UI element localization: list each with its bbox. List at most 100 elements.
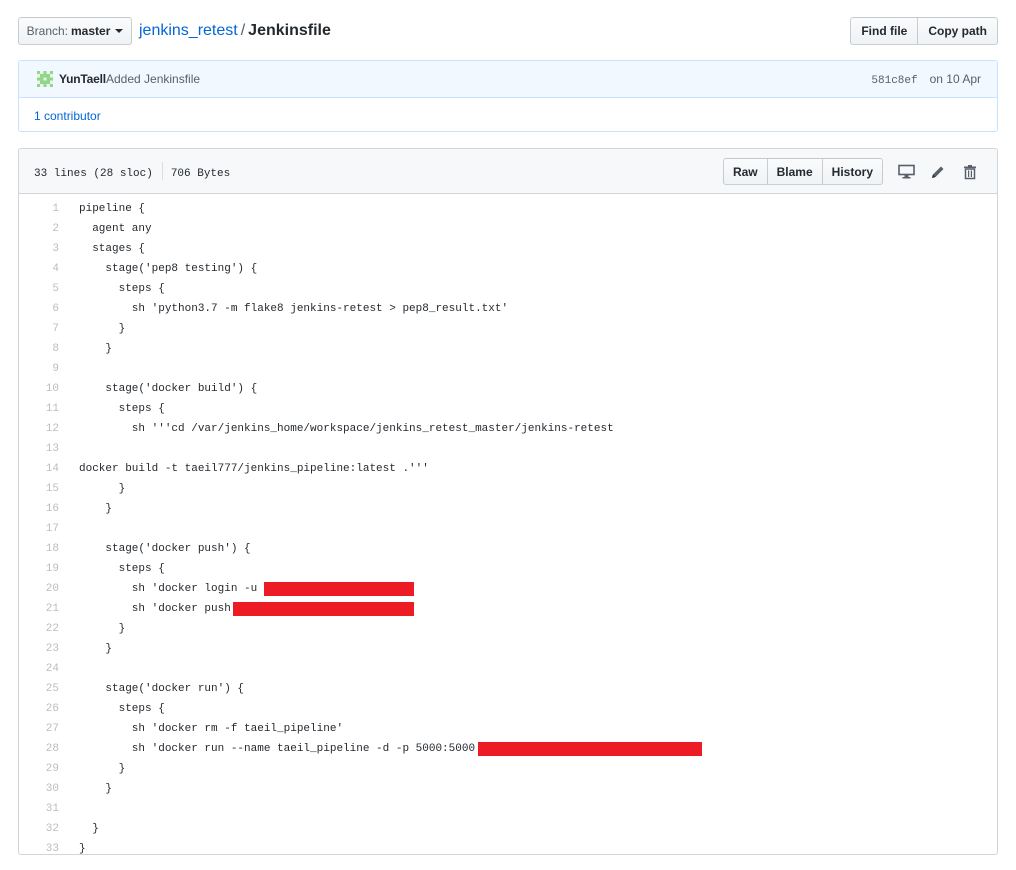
file-view-buttons: Raw Blame History <box>722 158 883 185</box>
line-number[interactable]: 32 <box>19 819 59 839</box>
line-number[interactable]: 30 <box>19 779 59 799</box>
line-content <box>59 659 79 679</box>
line-number[interactable]: 29 <box>19 759 59 779</box>
commit-sha-link[interactable]: 581c8ef <box>871 75 917 87</box>
line-content <box>59 439 79 459</box>
line-number[interactable]: 13 <box>19 439 59 459</box>
file-header: 33 lines (28 sloc) 706 Bytes Raw Blame Hi… <box>19 149 997 194</box>
line-number[interactable]: 28 <box>19 739 59 759</box>
line-number[interactable]: 16 <box>19 499 59 519</box>
code-line: 27 sh 'docker rm -f taeil_pipeline' <box>19 719 997 739</box>
caret-down-icon <box>115 29 124 33</box>
line-number[interactable]: 23 <box>19 639 59 659</box>
code-line: 13 <box>19 439 997 459</box>
breadcrumb-repo-link[interactable]: jenkins_retest <box>139 22 238 39</box>
code-line: 19 steps { <box>19 559 997 579</box>
code-line: 12 sh '''cd /var/jenkins_home/workspace/… <box>19 419 997 439</box>
code-line: 23 } <box>19 639 997 659</box>
history-button[interactable]: History <box>821 158 883 185</box>
line-number[interactable]: 20 <box>19 579 59 599</box>
code-line: 20 sh 'docker login -u <box>19 579 997 599</box>
line-number[interactable]: 3 <box>19 239 59 259</box>
line-content: sh 'docker run --name taeil_pipeline -d … <box>79 743 476 755</box>
line-content: steps { <box>79 703 165 715</box>
code-line: 7 } <box>19 319 997 339</box>
pencil-icon[interactable] <box>929 163 947 181</box>
commit-author-link[interactable]: YunTaell <box>59 72 106 86</box>
line-content: stage('docker push') { <box>79 543 251 555</box>
line-content: } <box>79 763 126 775</box>
line-number[interactable]: 15 <box>19 479 59 499</box>
code-line: 5 steps { <box>19 279 997 299</box>
line-content: stages { <box>79 243 146 255</box>
line-content: steps { <box>79 403 165 415</box>
line-number[interactable]: 33 <box>19 839 59 854</box>
code-line: 8 } <box>19 339 997 359</box>
line-number[interactable]: 25 <box>19 679 59 699</box>
code-line: 25 stage('docker run') { <box>19 679 997 699</box>
file-size: 706 Bytes <box>170 167 231 180</box>
line-number[interactable]: 2 <box>19 219 59 239</box>
line-number[interactable]: 18 <box>19 539 59 559</box>
line-number[interactable]: 9 <box>19 359 59 379</box>
line-content <box>59 359 79 379</box>
breadcrumb-file: Jenkinsfile <box>248 22 331 39</box>
contributors-link[interactable]: 1 contributor <box>34 109 101 123</box>
line-content: sh 'python3.7 -m flake8 jenkins-retest >… <box>79 303 509 315</box>
line-number[interactable]: 22 <box>19 619 59 639</box>
line-number[interactable]: 19 <box>19 559 59 579</box>
author-avatar[interactable] <box>37 71 53 87</box>
blame-button[interactable]: Blame <box>766 158 823 185</box>
line-number[interactable]: 17 <box>19 519 59 539</box>
line-number[interactable]: 11 <box>19 399 59 419</box>
raw-button[interactable]: Raw <box>722 158 768 185</box>
line-number[interactable]: 24 <box>19 659 59 679</box>
line-number[interactable]: 26 <box>19 699 59 719</box>
line-number[interactable]: 14 <box>19 459 59 479</box>
code-line: 3 stages { <box>19 239 997 259</box>
line-number[interactable]: 5 <box>19 279 59 299</box>
commit-message-link[interactable]: Added Jenkinsfile <box>106 72 200 86</box>
line-content: } <box>79 343 113 355</box>
line-number[interactable]: 10 <box>19 379 59 399</box>
code-line: 10 stage('docker build') { <box>19 379 997 399</box>
code-line: 21 sh 'docker push <box>19 599 997 619</box>
line-number[interactable]: 4 <box>19 259 59 279</box>
branch-select-button[interactable]: Branch: master <box>18 17 132 45</box>
line-content: sh 'docker push <box>79 603 231 615</box>
code-line: 4 stage('pep8 testing') { <box>19 259 997 279</box>
code-line: 28 sh 'docker run --name taeil_pipeline … <box>19 739 997 759</box>
file-lines-info: 33 lines (28 sloc) <box>34 167 153 180</box>
line-content: agent any <box>79 223 152 235</box>
trash-icon[interactable] <box>961 163 979 181</box>
code-line: 17 <box>19 519 997 539</box>
code-line: 33} <box>19 839 997 854</box>
desktop-icon[interactable] <box>897 163 915 181</box>
file-nav-buttons: Find file Copy path <box>850 17 998 45</box>
code-line: 26 steps { <box>19 699 997 719</box>
copy-path-button[interactable]: Copy path <box>917 17 998 45</box>
line-number[interactable]: 31 <box>19 799 59 819</box>
line-number[interactable]: 6 <box>19 299 59 319</box>
code-line: 9 <box>19 359 997 379</box>
line-number[interactable]: 8 <box>19 339 59 359</box>
line-number[interactable]: 7 <box>19 319 59 339</box>
code-line: 30 } <box>19 779 997 799</box>
line-content: } <box>79 823 99 835</box>
line-content: } <box>79 483 126 495</box>
contributors-bar: 1 contributor <box>19 98 997 131</box>
code-line: 2 agent any <box>19 219 997 239</box>
find-file-button[interactable]: Find file <box>850 17 919 45</box>
line-content: stage('pep8 testing') { <box>79 263 258 275</box>
file-navigation: Branch: master jenkins_retest / Jenkinsfil… <box>18 17 998 45</box>
line-number[interactable]: 12 <box>19 419 59 439</box>
branch-value: master <box>71 24 111 38</box>
line-number[interactable]: 1 <box>19 199 59 219</box>
line-content: steps { <box>79 283 165 295</box>
line-content: } <box>79 323 126 335</box>
line-number[interactable]: 21 <box>19 599 59 619</box>
code-line: 11 steps { <box>19 399 997 419</box>
line-number[interactable]: 27 <box>19 719 59 739</box>
line-content: docker build -t taeil777/jenkins_pipelin… <box>79 463 429 475</box>
code-line: 15 } <box>19 479 997 499</box>
